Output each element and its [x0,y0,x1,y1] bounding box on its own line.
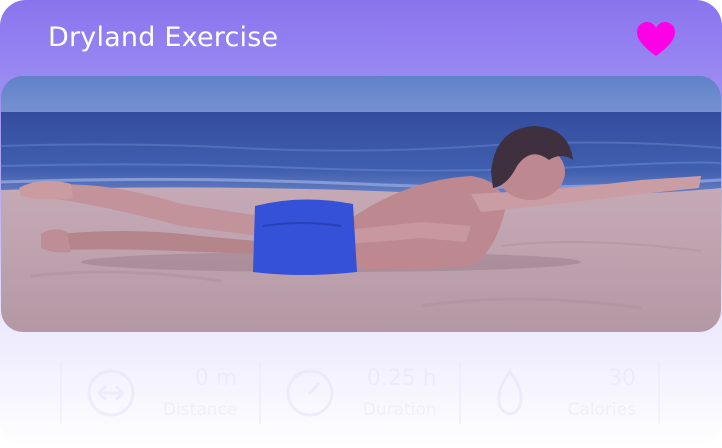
stats-row: 0 m Distance 0.25 h Duration 30 Calories [60,362,660,424]
stat-calories: 30 Calories [458,362,660,424]
flame-icon [497,369,523,416]
stat-distance: 0 m Distance [60,362,259,424]
heart-icon[interactable] [636,22,676,58]
duration-label: Duration [362,400,437,420]
distance-value: 0 m [194,366,238,391]
exercise-card[interactable]: Dryland Exercise 0 m Distance 0.25 h Dur… [0,0,722,448]
arrows-horizontal-icon [87,369,135,417]
exercise-title: Dryland Exercise [48,22,279,53]
stopwatch-icon [286,369,334,417]
calories-label: Calories [567,400,636,420]
exercise-photo [1,76,721,332]
distance-label: Distance [162,400,238,420]
calories-value: 30 [607,366,636,391]
stat-duration: 0.25 h Duration [259,362,458,424]
duration-value: 0.25 h [366,366,437,391]
